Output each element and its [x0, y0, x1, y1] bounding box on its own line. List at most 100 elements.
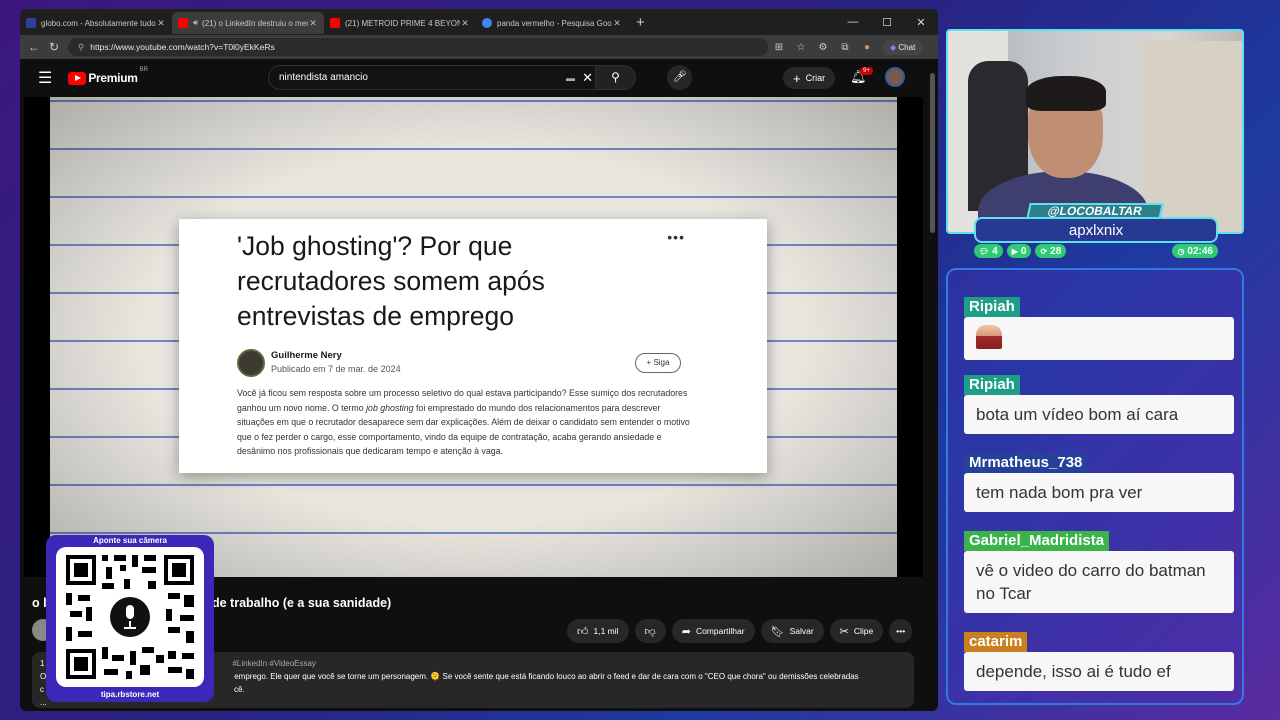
maximize-icon[interactable]: ☐: [870, 16, 904, 29]
clip-label: Clipe: [853, 626, 874, 636]
video-count: 0: [1020, 245, 1027, 257]
tab-strip: globo.com - Absolutamente tudo ✕ 🔊︎ (21)…: [20, 9, 938, 35]
like-count: 1,1 mil: [593, 626, 619, 636]
author-name: Guilherme Nery: [271, 350, 342, 361]
tab-globo[interactable]: globo.com - Absolutamente tudo ✕: [20, 12, 172, 34]
copilot-icon: ◆: [890, 42, 897, 52]
share-button[interactable]: ➦ Compartilhar: [671, 619, 755, 643]
voice-search-button[interactable]: 🎤︎: [667, 65, 692, 90]
close-tab-icon[interactable]: ✕: [156, 18, 166, 29]
logo-word: Premium: [88, 71, 138, 85]
share-icon: ➦: [681, 625, 691, 638]
youtube-favicon-icon: [178, 18, 188, 28]
tab-google[interactable]: panda vermelho - Pesquisa Google ✕: [476, 12, 628, 34]
search-icon: ⚲: [611, 70, 620, 84]
new-tab-icon[interactable]: +: [628, 14, 653, 31]
save-button[interactable]: 🔖︎ Salvar: [760, 619, 824, 643]
chat-text: vê o video do carro do batman no Tcar: [964, 551, 1234, 613]
chat-label: Chat: [898, 42, 916, 52]
url-text: https://www.youtube.com/watch?v=T0l0yEkK…: [90, 42, 275, 52]
thumbs-down-icon: 👎︎: [644, 625, 656, 638]
streamer-hair: [1026, 76, 1106, 111]
followers-icon: ⟳: [1040, 246, 1048, 256]
bookmark-icon: 🔖︎: [770, 625, 785, 638]
scissors-icon: ✂: [839, 625, 849, 638]
account-avatar[interactable]: [885, 67, 905, 87]
collections-icon[interactable]: ⧉: [834, 42, 856, 53]
chat-text: tem nada bom pra ver: [964, 473, 1234, 512]
share-label: Compartilhar: [695, 626, 745, 636]
microphone-icon: 🎤︎: [672, 71, 687, 83]
close-tab-icon[interactable]: ✕: [612, 18, 622, 29]
extensions-icon[interactable]: ⚙: [812, 42, 834, 53]
search-input[interactable]: nintendista amancio: [279, 72, 368, 83]
follow-button: + Siga: [635, 353, 681, 373]
streamer-handle: @LOCOBALTAR: [1026, 203, 1164, 219]
save-label: Salvar: [789, 626, 814, 636]
site-info-icon[interactable]: ⚲: [78, 42, 84, 53]
reload-icon[interactable]: ↻: [44, 40, 64, 54]
desc-left3: c: [40, 685, 44, 694]
article-title: 'Job ghosting'? Por que recrutadores som…: [237, 231, 545, 331]
chat-message: Mrmatheus_738 tem nada bom pra ver: [964, 453, 1234, 512]
search-box[interactable]: nintendista amancio ▬ ✕ ⚲: [268, 65, 636, 90]
youtube-header: ☰ Premium BR nintendista amancio ▬ ✕ ⚲ 🎤…: [20, 59, 938, 97]
video-title-start: o l: [32, 596, 47, 610]
keyboard-icon[interactable]: ▬: [566, 73, 575, 83]
youtube-premium-logo[interactable]: Premium BR: [68, 67, 148, 85]
chat-username: catarim: [964, 632, 1028, 652]
back-icon[interactable]: ←: [24, 40, 44, 54]
chat-bubble: [964, 317, 1234, 360]
like-button[interactable]: 👍︎ 1,1 mil: [567, 619, 629, 643]
globo-favicon-icon: [26, 18, 36, 28]
qr-code-image: [66, 555, 194, 679]
profile-avatar-icon[interactable]: ●: [856, 42, 878, 53]
minimize-icon[interactable]: —: [836, 16, 870, 28]
uptime-stat: ◷ 02:46: [1172, 244, 1218, 258]
page-scrollbar[interactable]: [930, 73, 935, 233]
more-actions-button[interactable]: •••: [889, 619, 913, 643]
clock-icon: ◷: [1177, 246, 1185, 256]
speaker-icon[interactable]: 🔊︎: [193, 18, 198, 28]
chat-username: Gabriel_Madridista: [964, 531, 1110, 551]
plus-icon: +: [793, 70, 801, 86]
uptime: 02:46: [1187, 245, 1213, 257]
menu-icon[interactable]: ☰: [38, 68, 52, 88]
close-tab-icon[interactable]: ✕: [308, 18, 318, 29]
clip-button[interactable]: ✂ Clipe: [829, 619, 884, 643]
tab-title: (21) METROID PRIME 4 BEYOND [I: [345, 18, 460, 28]
more-icon: •••: [896, 626, 906, 636]
create-label: Criar: [805, 73, 826, 83]
tab-linkedin-video[interactable]: 🔊︎ (21) o LinkedIn destruiu o mer ✕: [172, 12, 324, 34]
close-tab-icon[interactable]: ✕: [460, 18, 470, 29]
chat-username: Ripiah: [964, 297, 1020, 317]
video-player[interactable]: 'Job ghosting'? Por que recrutadores som…: [24, 97, 923, 577]
tab-title: (21) o LinkedIn destruiu o mer: [202, 18, 308, 28]
desc-hashtags[interactable]: #LinkedIn #VideoEssay: [232, 659, 315, 668]
google-favicon-icon: [482, 18, 492, 28]
tab-metroid[interactable]: (21) METROID PRIME 4 BEYOND [I ✕: [324, 12, 476, 34]
close-window-icon[interactable]: ✕: [904, 16, 938, 29]
desc-line1-num: 1: [40, 659, 45, 668]
followers-stat: ⟳ 28: [1035, 244, 1067, 258]
url-field[interactable]: ⚲ https://www.youtube.com/watch?v=T0l0yE…: [68, 38, 768, 56]
app-icon[interactable]: ⊞: [768, 42, 790, 53]
followers-count: 28: [1050, 245, 1062, 257]
window-controls: — ☐ ✕: [836, 9, 938, 35]
copilot-chat-button[interactable]: ◆ Chat: [882, 39, 924, 55]
video-actions: 👍︎ 1,1 mil 👎︎ ➦ Compartilhar 🔖︎ Salvar ✂ Cli…: [567, 619, 913, 643]
search-button[interactable]: ⚲: [595, 66, 635, 89]
chat-username: Ripiah: [964, 375, 1020, 395]
chat-text: bota um vídeo bom aí cara: [964, 395, 1234, 434]
article-body: Você já ficou sem resposta sobre um proc…: [237, 386, 697, 459]
chat-message: Ripiah: [964, 297, 1234, 360]
favorite-star-icon[interactable]: ☆: [790, 42, 812, 53]
chat-text: depende, isso ai é tudo ef: [964, 652, 1234, 691]
dislike-button[interactable]: 👎︎: [634, 619, 666, 643]
tab-title: panda vermelho - Pesquisa Google: [497, 18, 612, 28]
create-button[interactable]: + Criar: [783, 67, 836, 89]
desc-line3: cê.: [234, 685, 245, 694]
clear-search-icon[interactable]: ✕: [582, 70, 593, 86]
video-count-stat: ▶ 0: [1006, 244, 1032, 258]
qr-code-overlay: Aponte sua câmera tipa.rbstore.net: [46, 535, 214, 702]
